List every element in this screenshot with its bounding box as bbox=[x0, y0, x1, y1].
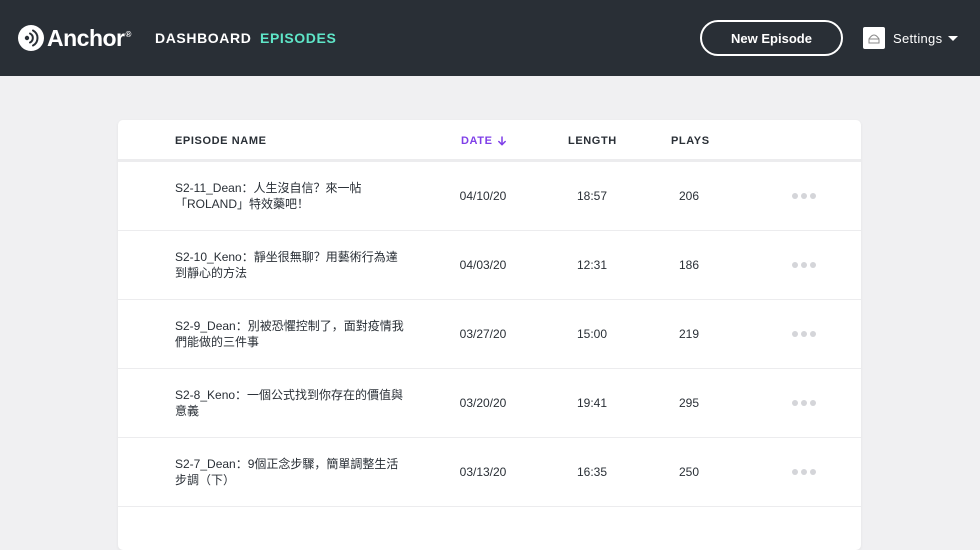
episode-name[interactable]: S2-9_Dean：別被恐懼控制了，面對疫情我們能做的三件事 bbox=[175, 318, 405, 350]
episode-length: 19:41 bbox=[576, 396, 608, 410]
episode-name[interactable]: S2-8_Keno：一個公式找到你存在的價值與意義 bbox=[175, 387, 405, 419]
column-plays[interactable]: PLAYS bbox=[671, 135, 710, 147]
top-navigation-bar: Anchor® DASHBOARD EPISODES New Episode S… bbox=[0, 0, 980, 76]
episode-date: 04/03/20 bbox=[459, 258, 507, 272]
logo-text: Anchor® bbox=[47, 24, 131, 51]
episode-date: 03/13/20 bbox=[459, 465, 507, 479]
settings-label: Settings bbox=[893, 30, 943, 46]
column-length[interactable]: LENGTH bbox=[568, 135, 617, 147]
more-options-icon[interactable] bbox=[792, 262, 816, 268]
table-row[interactable]: S2-8_Keno：一個公式找到你存在的價值與意義 03/20/20 19:41… bbox=[118, 369, 861, 438]
table-header: EPISODE NAME DATE LENGTH PLAYS bbox=[118, 120, 861, 162]
table-row[interactable]: S2-7_Dean：9個正念步驟，簡單調整生活步調（下） 03/13/20 16… bbox=[118, 438, 861, 507]
column-date[interactable]: DATE bbox=[461, 135, 507, 147]
episode-name[interactable]: S2-11_Dean：人生沒自信？來一帖「ROLAND」特效藥吧！ bbox=[175, 180, 405, 212]
episode-length: 16:35 bbox=[576, 465, 608, 479]
arrow-down-icon bbox=[497, 136, 506, 146]
episode-date: 03/20/20 bbox=[459, 396, 507, 410]
column-date-label: DATE bbox=[461, 135, 493, 147]
episode-plays: 186 bbox=[678, 258, 700, 272]
nav-dashboard[interactable]: DASHBOARD bbox=[155, 30, 251, 46]
episode-length: 15:00 bbox=[576, 327, 608, 341]
table-row[interactable]: S2-9_Dean：別被恐懼控制了，面對疫情我們能做的三件事 03/27/20 … bbox=[118, 300, 861, 369]
more-options-icon[interactable] bbox=[792, 469, 816, 475]
episode-length: 18:57 bbox=[576, 189, 608, 203]
anchor-logo[interactable]: Anchor® bbox=[18, 25, 131, 51]
settings-menu[interactable]: Settings bbox=[863, 26, 959, 50]
episode-date: 03/27/20 bbox=[459, 327, 507, 341]
episode-plays: 295 bbox=[678, 396, 700, 410]
more-options-icon[interactable] bbox=[792, 193, 816, 199]
episodes-table: EPISODE NAME DATE LENGTH PLAYS S2-11_Dea… bbox=[118, 120, 861, 550]
nav-episodes[interactable]: EPISODES bbox=[260, 30, 336, 46]
episode-plays: 219 bbox=[678, 327, 700, 341]
column-episode-name[interactable]: EPISODE NAME bbox=[175, 135, 267, 147]
more-options-icon[interactable] bbox=[792, 400, 816, 406]
avatar bbox=[863, 27, 885, 49]
chevron-down-icon bbox=[948, 35, 959, 41]
table-row[interactable]: S2-10_Keno：靜坐很無聊？用藝術行為達到靜心的方法 04/03/20 1… bbox=[118, 231, 861, 300]
anchor-logo-icon bbox=[18, 25, 44, 51]
table-row[interactable]: S2-11_Dean：人生沒自信？來一帖「ROLAND」特效藥吧！ 04/10/… bbox=[118, 162, 861, 231]
episode-date: 04/10/20 bbox=[459, 189, 507, 203]
new-episode-button[interactable]: New Episode bbox=[700, 20, 843, 56]
episode-length: 12:31 bbox=[576, 258, 608, 272]
episode-name[interactable]: S2-7_Dean：9個正念步驟，簡單調整生活步調（下） bbox=[175, 456, 405, 488]
podcast-cover-icon bbox=[868, 34, 880, 44]
episode-plays: 250 bbox=[678, 465, 700, 479]
episode-plays: 206 bbox=[678, 189, 700, 203]
more-options-icon[interactable] bbox=[792, 331, 816, 337]
episode-name[interactable]: S2-10_Keno：靜坐很無聊？用藝術行為達到靜心的方法 bbox=[175, 249, 405, 281]
